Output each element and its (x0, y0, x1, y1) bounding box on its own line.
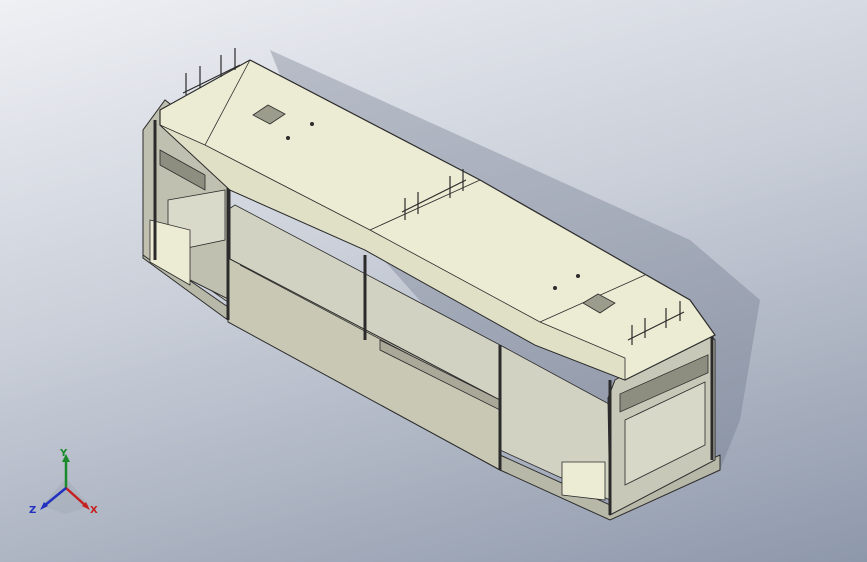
axis-y-label: Y (60, 448, 68, 459)
rear-step (561, 461, 606, 501)
triad-graphic (40, 454, 90, 514)
axis-z-label: Z (29, 505, 37, 516)
axis-x-label: X (90, 505, 98, 516)
axis-triad: Y X Z (22, 448, 110, 528)
vehicle-body-model[interactable] (0, 0, 867, 562)
cad-viewport[interactable]: Y X Z (0, 0, 867, 562)
